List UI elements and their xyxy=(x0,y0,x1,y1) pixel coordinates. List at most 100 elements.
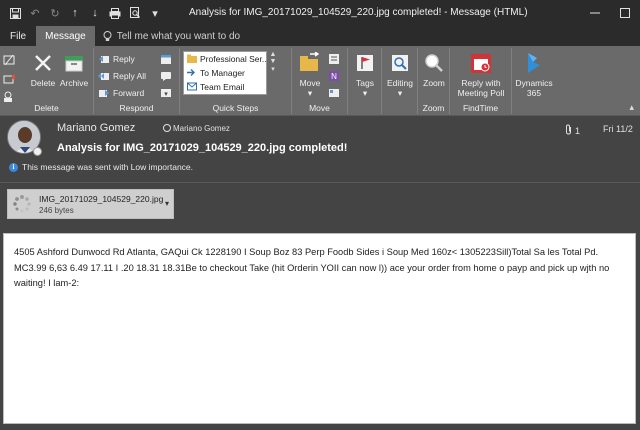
quick-steps-scroll[interactable]: ▲ ▼ ▾ xyxy=(268,51,278,95)
reply-button[interactable]: Reply xyxy=(98,52,135,66)
save-icon[interactable] xyxy=(6,4,24,22)
move-label: Move xyxy=(299,78,321,88)
im-reply-button[interactable] xyxy=(160,69,172,83)
quick-access-toolbar: ↶ ↻ ↑ ↓ ▾ xyxy=(0,4,164,22)
message-subject: Analysis for IMG_20171029_104529_220.jpg… xyxy=(57,142,348,154)
undo-icon[interactable]: ↶ xyxy=(26,4,44,22)
ignore-icon xyxy=(3,54,15,66)
svg-text:▾: ▾ xyxy=(164,91,168,98)
print-icon[interactable] xyxy=(106,4,124,22)
move-group: Move ▾ N Move xyxy=(292,48,348,114)
message-date: Fri 11/2 xyxy=(603,124,633,134)
editing-button[interactable]: Editing ▾ xyxy=(385,50,415,98)
findtime-group: Reply with Meeting Poll FindTime xyxy=(450,48,512,114)
forward-button[interactable]: Forward xyxy=(98,86,144,100)
up-arrow-icon[interactable]: ↑ xyxy=(66,4,84,22)
quick-step-team-email[interactable]: Team Email xyxy=(184,80,266,94)
tab-message[interactable]: Message xyxy=(36,26,95,46)
move-button[interactable]: Move ▾ xyxy=(295,50,325,98)
quick-step-label: Professional Ser... xyxy=(200,54,266,64)
delete-button[interactable]: Delete xyxy=(30,50,56,88)
junk-icon xyxy=(3,91,15,103)
reply-all-label: Reply All xyxy=(113,71,147,81)
move-dropdown-icon: ▾ xyxy=(307,88,313,98)
quick-step-label: Team Email xyxy=(200,82,245,92)
reply-label: Reply xyxy=(113,54,135,64)
tags-button[interactable]: Tags ▾ xyxy=(351,50,379,98)
attachment-indicator: 1 xyxy=(565,124,580,137)
quick-step-to-manager[interactable]: To Manager xyxy=(184,66,266,80)
redo-icon[interactable]: ↻ xyxy=(46,4,64,22)
attachment-count: 1 xyxy=(575,125,581,136)
reply-all-button[interactable]: Reply All xyxy=(98,69,146,83)
avatar-presence-icon xyxy=(33,147,42,156)
scroll-up-icon[interactable]: ▲ xyxy=(270,51,277,58)
tell-me-placeholder: Tell me what you want to do xyxy=(116,30,241,42)
meeting-reply-button[interactable] xyxy=(160,52,172,66)
forward-arrow-icon xyxy=(187,68,197,79)
cleanup-icon xyxy=(3,73,15,85)
quick-steps-group-label: Quick Steps xyxy=(212,103,259,113)
reply-with-meeting-poll-button[interactable]: Reply with Meeting Poll xyxy=(452,50,510,98)
collapse-ribbon-icon[interactable]: ▴ xyxy=(629,102,634,113)
minimize-icon[interactable] xyxy=(580,0,610,26)
window-title: Analysis for IMG_20171029_104529_220.jpg… xyxy=(189,7,528,18)
ribbon-tabs: File Message Tell me what you want to do xyxy=(0,26,640,46)
importance-notice: i This message was sent with Low importa… xyxy=(9,162,193,172)
maximize-icon[interactable] xyxy=(610,0,640,26)
reply-all-icon xyxy=(98,70,110,82)
editing-dropdown-icon: ▾ xyxy=(397,88,403,98)
tags-group: Tags ▾ xyxy=(348,48,382,114)
folder-icon xyxy=(187,54,197,65)
onenote-icon: N xyxy=(328,70,340,82)
paperclip-icon xyxy=(565,124,572,137)
presence-status-icon xyxy=(163,124,171,132)
archive-icon xyxy=(61,50,87,76)
header-divider xyxy=(0,182,640,183)
message-header: Mariano Gomez Mariano Gomez Analysis for… xyxy=(0,116,640,180)
rules-icon xyxy=(328,53,340,65)
quick-step-label: To Manager xyxy=(200,68,245,78)
junk-button[interactable] xyxy=(3,90,15,104)
editing-label: Editing xyxy=(387,78,413,88)
reply-icon xyxy=(98,53,110,65)
respond-group: Reply Reply All Forward ▾ Respond xyxy=(94,48,180,114)
scroll-down-icon[interactable]: ▼ xyxy=(270,58,277,65)
delete-group: Delete Archive Delete xyxy=(0,48,94,114)
ignore-button[interactable] xyxy=(3,53,15,67)
zoom-button[interactable]: Zoom xyxy=(420,50,448,88)
dynamics-button[interactable]: Dynamics 365 xyxy=(514,50,554,98)
meeting-poll-label: Reply with Meeting Poll xyxy=(457,78,505,98)
svg-text:N: N xyxy=(331,72,337,81)
quick-step-professional[interactable]: Professional Ser... xyxy=(184,52,266,66)
tab-file[interactable]: File xyxy=(0,26,36,46)
window-controls xyxy=(580,0,640,26)
attachment-card[interactable]: IMG_20171029_104529_220.jpg 246 bytes ▾ xyxy=(7,189,174,219)
onenote-button[interactable]: N xyxy=(328,69,340,83)
down-arrow-icon[interactable]: ↓ xyxy=(86,4,104,22)
loading-spinner-icon xyxy=(11,193,33,215)
tell-me-box[interactable]: Tell me what you want to do xyxy=(95,26,240,46)
ribbon: Delete Archive Delete Reply Reply All Fo… xyxy=(0,46,640,116)
delete-group-label: Delete xyxy=(34,103,59,113)
search-document-icon[interactable] xyxy=(126,4,144,22)
archive-label: Archive xyxy=(59,78,89,88)
actions-button[interactable] xyxy=(328,86,340,100)
rules-button[interactable] xyxy=(328,52,340,66)
sender-name[interactable]: Mariano Gomez xyxy=(57,122,135,134)
respond-group-label: Respond xyxy=(119,103,154,113)
more-respond-button[interactable]: ▾ xyxy=(160,86,172,100)
cleanup-button[interactable] xyxy=(3,72,15,86)
archive-button[interactable]: Archive xyxy=(58,50,90,88)
info-icon: i xyxy=(9,162,18,172)
meeting-poll-icon xyxy=(468,50,494,76)
sender-email-name[interactable]: Mariano Gomez xyxy=(173,124,230,133)
more-icon: ▾ xyxy=(160,87,172,99)
importance-text: This message was sent with Low importanc… xyxy=(22,162,194,172)
attachment-dropdown-icon[interactable]: ▾ xyxy=(165,199,169,208)
expand-icon[interactable]: ▾ xyxy=(271,65,275,73)
customize-toolbar-icon[interactable]: ▾ xyxy=(146,4,164,22)
editing-group: Editing ▾ xyxy=(382,48,418,114)
forward-icon xyxy=(98,87,110,99)
dynamics-label: Dynamics 365 xyxy=(515,78,553,98)
